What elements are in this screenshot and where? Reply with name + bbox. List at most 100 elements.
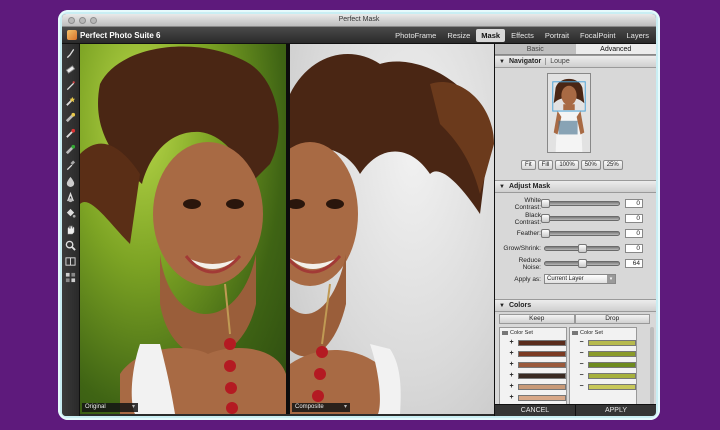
compare-tool[interactable] [64,256,78,269]
drop-color-set-header[interactable]: Color Set [570,328,636,337]
control-panel: Basic Advanced ▼ Navigator Loupe Fit Fil… [494,44,656,416]
eyedropper-icon [65,160,76,173]
zoom-fit-button[interactable]: Fit [521,160,536,170]
drop-color-row[interactable]: − [570,337,636,348]
keep-color-swatch[interactable] [518,394,566,401]
tool-palette [62,44,80,416]
colors-scrollbar[interactable] [650,327,654,413]
black-contrast-slider-handle[interactable] [541,214,550,223]
nav-item-photoframe[interactable]: PhotoFrame [390,29,441,42]
original-pane: Original ▾ [80,44,286,414]
grow-shrink-row: Grow/Shrink: 0 [499,241,652,256]
cancel-button[interactable]: CANCEL [495,405,575,416]
keep-color-swatch[interactable] [518,372,566,379]
zoom-50-percent-button[interactable]: 50% [580,160,601,170]
nav-item-portrait[interactable]: Portrait [540,29,574,42]
reduce-noise-slider[interactable] [544,259,620,268]
keep-color-swatch[interactable] [518,350,566,357]
fill-tool[interactable] [64,176,78,189]
keep-color-row[interactable]: + [500,392,566,403]
keep-color-swatch[interactable] [518,383,566,390]
blend-tool[interactable] [64,191,78,205]
preview-canvas[interactable]: Original ▾ Composite ▾ [80,44,494,414]
adjust-mask-header[interactable]: ▼ Adjust Mask [495,180,656,193]
magic-eraser-tool[interactable] [64,112,78,125]
grow-shrink-slider[interactable] [544,244,620,253]
keep-color-swatch[interactable] [518,339,566,346]
feather-value-field[interactable]: 0 [625,229,643,238]
keep-color-swatch[interactable] [518,361,566,368]
apply-button[interactable]: APPLY [575,405,656,416]
nav-item-mask[interactable]: Mask [476,29,506,42]
eyedropper-tool[interactable] [64,160,78,173]
zoom-25-percent-button[interactable]: 25% [602,160,623,170]
pen-tool[interactable] [64,80,78,93]
composite-pane: Composite ▾ [290,44,494,414]
loupe-tab[interactable]: Loupe [545,58,570,65]
drop-color-swatch[interactable] [588,350,636,357]
drop-colors-list[interactable]: Color Set − − − − − [569,327,637,413]
grow-shrink-slider-handle[interactable] [578,244,587,253]
navigator-thumbnail[interactable] [547,73,591,153]
colors-header[interactable]: ▼ Colors [495,299,656,312]
zoom-buttons: Fit Fill 100% 50% 25% [521,160,623,170]
drop-color-swatch[interactable] [588,361,636,368]
grow-shrink-value-field[interactable]: 0 [625,244,643,253]
keep-color-row[interactable]: + [500,359,566,370]
white-contrast-slider-handle[interactable] [541,199,550,208]
drop-color-row[interactable]: − [570,359,636,370]
keep-color-row[interactable]: + [500,348,566,359]
view-mode-tool[interactable] [64,272,78,285]
reduce-noise-label: Reduce Noise: [518,256,541,271]
nav-item-focalpoint[interactable]: FocalPoint [575,29,620,42]
reduce-noise-slider-handle[interactable] [578,259,587,268]
reduce-noise-value-field[interactable]: 64 [625,259,643,268]
nav-item-effects[interactable]: Effects [506,29,539,42]
minus-icon: − [579,383,584,390]
pen-icon [65,80,76,93]
feather-slider-handle[interactable] [541,229,550,238]
drop-color-row[interactable]: − [570,348,636,359]
collapse-triangle-icon: ▼ [499,183,505,190]
action-bar: CANCEL APPLY [495,404,656,416]
drop-color-swatch[interactable] [588,383,636,390]
white-contrast-value-field[interactable]: 0 [625,199,643,208]
hand-tool[interactable] [64,224,78,237]
composite-photo [290,54,494,414]
keep-color-row[interactable]: + [500,370,566,381]
zoom-tool[interactable] [64,240,78,253]
eraser-tool[interactable] [64,64,78,77]
drop-color-swatch[interactable] [588,372,636,379]
chevron-down-icon: ▾ [607,275,615,283]
drop-color-row[interactable]: − [570,370,636,381]
brush-tool[interactable] [64,48,78,61]
nav-item-resize[interactable]: Resize [442,29,475,42]
tab-basic[interactable]: Basic [495,44,576,54]
magic-brush-tool[interactable] [64,96,78,109]
drop-eraser-tool[interactable] [64,144,78,157]
tab-advanced[interactable]: Advanced [575,44,656,54]
drop-color-row[interactable]: − [570,381,636,392]
drop-color-set-label: Color Set [580,329,603,336]
minus-icon: − [579,339,584,346]
drop-color-swatch[interactable] [588,339,636,346]
navigator-header[interactable]: ▼ Navigator Loupe [495,55,656,68]
collapse-triangle-icon: ▼ [499,58,505,65]
keep-colors-list[interactable]: Color Set + + + + + + [499,327,567,413]
black-contrast-slider[interactable] [541,214,620,223]
bucket-tool[interactable] [64,208,78,221]
black-contrast-value-field[interactable]: 0 [625,214,643,223]
keep-color-set-header[interactable]: Color Set [500,328,566,337]
composite-view-select[interactable]: Composite ▾ [292,403,350,412]
zoom-fill-button[interactable]: Fill [537,160,554,170]
keep-color-row[interactable]: + [500,337,566,348]
feather-slider[interactable] [541,229,620,238]
white-contrast-slider[interactable] [541,199,620,208]
apply-as-select[interactable]: Current Layer ▾ [544,274,616,284]
keep-color-row[interactable]: + [500,381,566,392]
zoom-100-percent-button[interactable]: 100% [555,160,579,170]
panel-tabs: Basic Advanced [495,44,656,55]
original-view-select[interactable]: Original ▾ [82,403,138,412]
nav-item-layers[interactable]: Layers [621,29,654,42]
drop-brush-tool[interactable] [64,128,78,141]
